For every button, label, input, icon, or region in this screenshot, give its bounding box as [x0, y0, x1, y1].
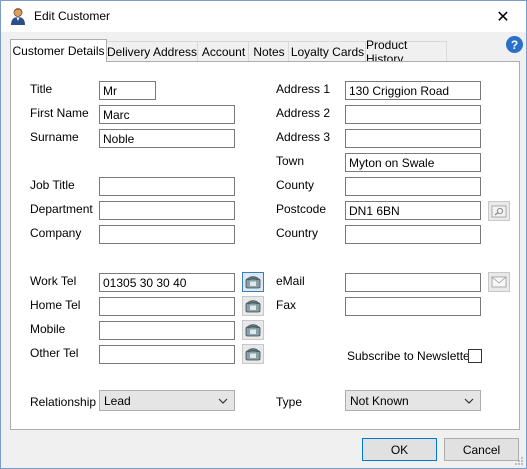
mobile-label: Mobile — [30, 322, 66, 336]
telephone-icon — [245, 276, 261, 289]
tab-label: Notes — [253, 44, 285, 59]
newsletter-checkbox[interactable] — [468, 349, 482, 363]
title-field[interactable]: Mr — [99, 81, 156, 100]
first-name-field[interactable]: Marc — [99, 105, 235, 124]
telephone-icon — [245, 300, 261, 313]
dial-mobile-button[interactable] — [242, 320, 264, 340]
email-field[interactable] — [345, 273, 481, 292]
type-label: Type — [276, 395, 303, 409]
cancel-button[interactable]: Cancel — [444, 438, 519, 461]
tab-label: Customer Details — [12, 44, 105, 58]
first-name-label: First Name — [30, 106, 89, 120]
tab-notes[interactable]: Notes — [248, 41, 290, 61]
type-select[interactable]: Not Known — [345, 390, 481, 411]
title-bar: Edit Customer ✕ — [1, 1, 526, 32]
telephone-icon — [245, 348, 261, 361]
other-tel-field[interactable] — [99, 345, 235, 364]
department-label: Department — [30, 202, 93, 216]
fax-field[interactable] — [345, 297, 481, 316]
envelope-icon — [491, 276, 507, 288]
help-icon: ? — [510, 37, 519, 52]
window-title: Edit Customer — [34, 9, 111, 23]
edit-customer-window: Edit Customer ✕ ? Customer Details Deliv… — [0, 0, 527, 469]
dial-home-tel-button[interactable] — [242, 296, 264, 316]
tab-delivery-address[interactable]: Delivery Address — [105, 41, 199, 61]
surname-label: Surname — [30, 130, 79, 144]
help-button[interactable]: ? — [506, 36, 523, 53]
postcode-lookup-icon — [491, 205, 507, 217]
home-tel-field[interactable] — [99, 297, 235, 316]
address3-label: Address 3 — [276, 130, 331, 144]
home-tel-label: Home Tel — [30, 298, 81, 312]
mobile-field[interactable] — [99, 321, 235, 340]
postcode-field[interactable]: DN1 6BN — [345, 201, 481, 220]
address2-field[interactable] — [345, 105, 481, 124]
department-field[interactable] — [99, 201, 235, 220]
resize-grip-icon[interactable] — [514, 456, 524, 466]
town-field[interactable]: Myton on Swale — [345, 153, 481, 172]
address2-label: Address 2 — [276, 106, 331, 120]
county-field[interactable] — [345, 177, 481, 196]
tab-product-history[interactable]: Product History — [365, 38, 447, 66]
relationship-label: Relationship — [30, 395, 97, 409]
company-field[interactable] — [99, 225, 235, 244]
country-label: Country — [276, 226, 319, 240]
send-email-button[interactable] — [488, 272, 510, 292]
dial-work-tel-button[interactable] — [242, 272, 264, 292]
address1-label: Address 1 — [276, 82, 331, 96]
user-icon — [11, 8, 25, 25]
surname-field[interactable]: Noble — [99, 129, 235, 148]
other-tel-label: Other Tel — [30, 346, 79, 360]
tab-account[interactable]: Account — [197, 41, 250, 61]
tab-label: Delivery Address — [106, 44, 198, 59]
close-button[interactable]: ✕ — [480, 1, 526, 32]
customer-details-panel: Title First Name Surname Job Title Depar… — [10, 61, 520, 430]
address3-field[interactable] — [345, 129, 481, 148]
work-tel-field[interactable]: 01305 30 30 40 — [99, 273, 235, 292]
work-tel-label: Work Tel — [30, 274, 77, 288]
chevron-down-icon — [218, 398, 228, 404]
job-title-field[interactable] — [99, 177, 235, 196]
close-icon: ✕ — [496, 8, 510, 26]
county-label: County — [276, 178, 315, 192]
ok-button[interactable]: OK — [362, 438, 437, 461]
tab-label: Account — [201, 44, 246, 59]
title-label: Title — [30, 82, 53, 96]
postcode-lookup-button[interactable] — [488, 201, 510, 221]
relationship-value: Lead — [104, 394, 131, 408]
dial-other-tel-button[interactable] — [242, 344, 264, 364]
tab-loyalty-cards[interactable]: Loyalty Cards — [288, 41, 367, 61]
chevron-down-icon — [464, 398, 474, 404]
email-label: eMail — [276, 274, 305, 288]
postcode-label: Postcode — [276, 202, 327, 216]
country-field[interactable] — [345, 225, 481, 244]
telephone-icon — [245, 324, 261, 337]
newsletter-label: Subscribe to Newsletter — [347, 349, 474, 363]
company-label: Company — [30, 226, 82, 240]
cancel-label: Cancel — [462, 442, 501, 457]
relationship-select[interactable]: Lead — [99, 390, 235, 411]
tab-customer-details[interactable]: Customer Details — [10, 39, 107, 62]
fax-label: Fax — [276, 298, 297, 312]
ok-label: OK — [390, 442, 409, 457]
job-title-label: Job Title — [30, 178, 75, 192]
type-value: Not Known — [350, 394, 409, 408]
address1-field[interactable]: 130 Criggion Road — [345, 81, 481, 100]
tab-label: Loyalty Cards — [290, 44, 365, 59]
town-label: Town — [276, 154, 305, 168]
